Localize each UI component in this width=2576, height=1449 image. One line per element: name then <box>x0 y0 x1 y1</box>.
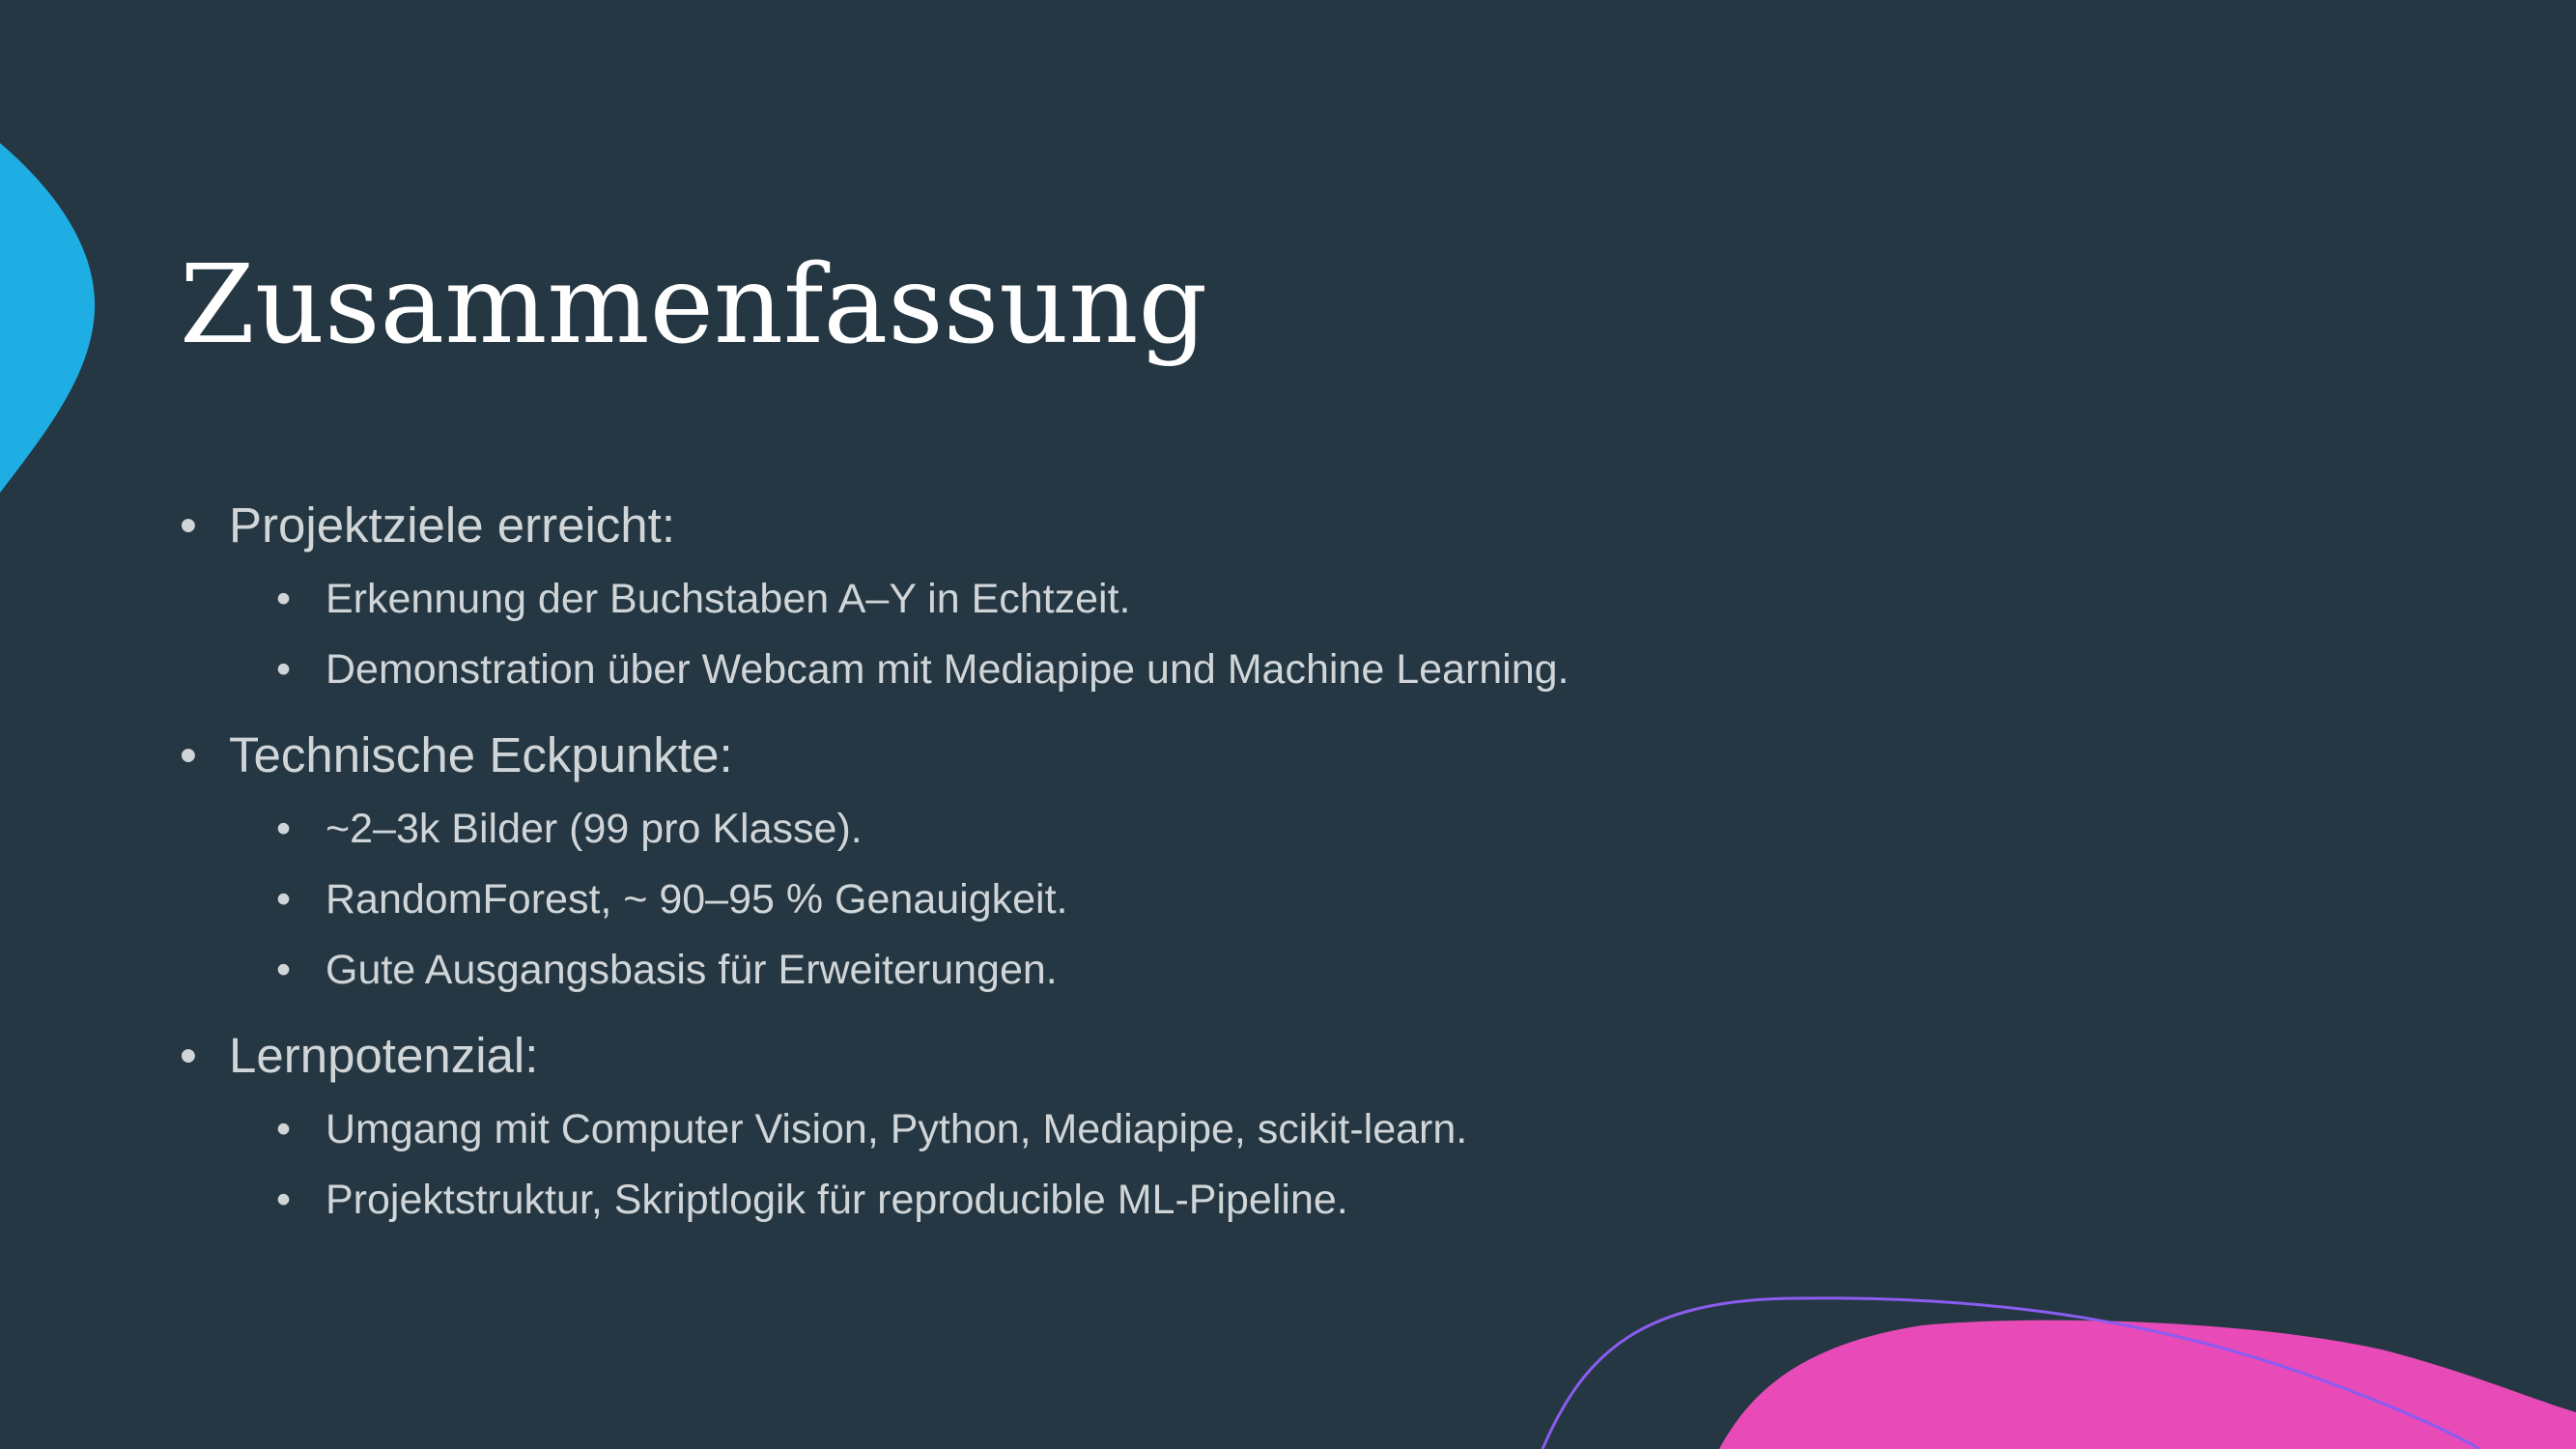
sub-bullet: • Gute Ausgangsbasis für Erweiterungen. <box>180 935 2208 1006</box>
bullet-icon: • <box>276 646 292 693</box>
bullet-icon: • <box>276 1177 292 1223</box>
sub-bullet-text: Erkennung der Buchstaben A–Y in Echtzeit… <box>326 576 1131 622</box>
sub-bullet-text: Projektstruktur, Skriptlogik für reprodu… <box>326 1177 1348 1223</box>
bullet-heading-text: Lernpotenzial: <box>229 1028 539 1083</box>
bullet-group-projektziele: • Projektziele erreicht: • Erkennung der… <box>180 487 2208 705</box>
bullet-icon: • <box>276 947 292 993</box>
bullet-heading: • Technische Eckpunkte: <box>180 717 2208 794</box>
bullet-group-lernpotenzial: • Lernpotenzial: • Umgang mit Computer V… <box>180 1017 2208 1236</box>
sub-bullet-text: Demonstration über Webcam mit Mediapipe … <box>326 646 1570 693</box>
sub-bullet: • RandomForest, ~ 90–95 % Genauigkeit. <box>180 865 2208 935</box>
bullet-icon: • <box>276 576 292 622</box>
bullet-heading: • Lernpotenzial: <box>180 1017 2208 1094</box>
sub-bullet-text: Gute Ausgangsbasis für Erweiterungen. <box>326 947 1058 993</box>
sub-bullet-text: ~2–3k Bilder (99 pro Klasse). <box>326 806 863 852</box>
slide-title: Zusammenfassung <box>180 242 1208 368</box>
pink-blob-decoration <box>1719 1320 2576 1449</box>
bullet-icon: • <box>180 727 197 782</box>
bullet-heading-text: Technische Eckpunkte: <box>229 727 733 782</box>
blue-blob-decoration <box>0 143 96 493</box>
bullet-icon: • <box>276 876 292 923</box>
bullet-icon: • <box>180 497 197 553</box>
sub-bullet: • ~2–3k Bilder (99 pro Klasse). <box>180 794 2208 865</box>
sub-bullet-text: RandomForest, ~ 90–95 % Genauigkeit. <box>326 876 1068 923</box>
sub-bullet: • Umgang mit Computer Vision, Python, Me… <box>180 1094 2208 1165</box>
bullet-group-technische-eckpunkte: • Technische Eckpunkte: • ~2–3k Bilder (… <box>180 717 2208 1006</box>
sub-bullet: • Demonstration über Webcam mit Mediapip… <box>180 635 2208 705</box>
bullet-heading: • Projektziele erreicht: <box>180 487 2208 564</box>
sub-bullet-text: Umgang mit Computer Vision, Python, Medi… <box>326 1106 1468 1152</box>
bullet-icon: • <box>276 1106 292 1152</box>
sub-bullet: • Erkennung der Buchstaben A–Y in Echtze… <box>180 564 2208 635</box>
bullet-list: • Projektziele erreicht: • Erkennung der… <box>180 487 2208 1236</box>
bullet-icon: • <box>276 806 292 852</box>
sub-bullet: • Projektstruktur, Skriptlogik für repro… <box>180 1165 2208 1236</box>
bullet-icon: • <box>180 1028 197 1083</box>
presentation-slide: Zusammenfassung • Projektziele erreicht:… <box>0 0 2576 1449</box>
bullet-heading-text: Projektziele erreicht: <box>229 497 676 553</box>
